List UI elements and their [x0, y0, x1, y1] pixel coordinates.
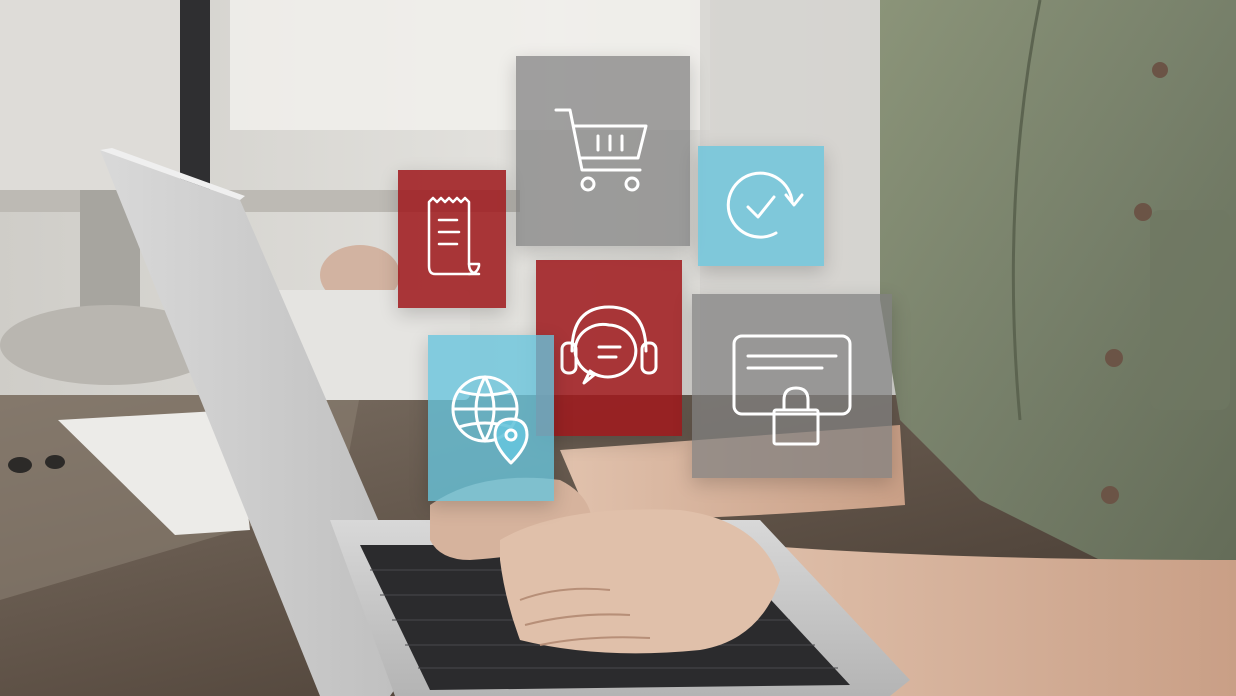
support-tile: [536, 260, 682, 436]
globe-location-icon: [441, 363, 541, 473]
location-tile: [428, 335, 554, 501]
secure-payment-tile: [692, 294, 892, 478]
receipt-icon: [417, 194, 487, 284]
refresh-check-icon: [716, 161, 806, 251]
headset-chat-icon: [554, 293, 664, 403]
shopping-cart-icon: [548, 96, 658, 206]
shopping-cart-tile: [516, 56, 690, 246]
secure-payment-card-icon: [722, 316, 862, 456]
hero-image: [0, 0, 1236, 696]
receipt-tile: [398, 170, 506, 308]
refresh-tile: [698, 146, 824, 266]
